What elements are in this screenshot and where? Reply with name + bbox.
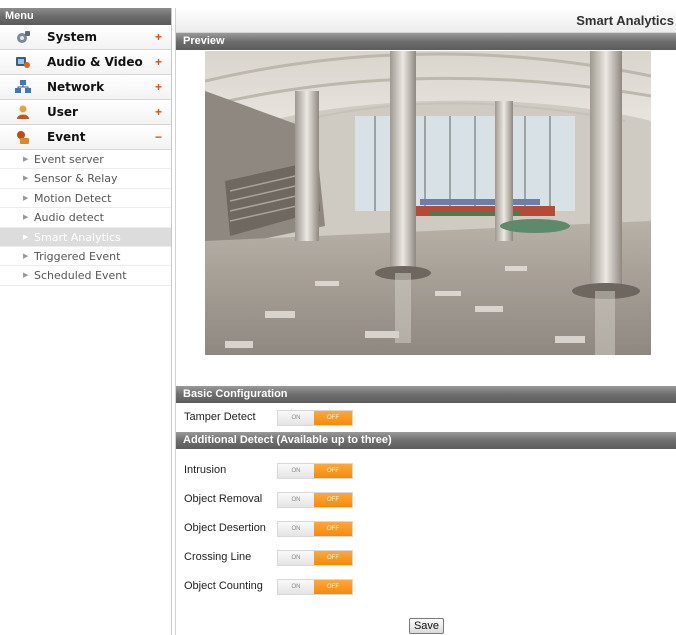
toggle-on-button[interactable]: ON (278, 493, 315, 507)
menu-item-audio-video[interactable]: Audio & Video + (0, 50, 171, 75)
setting-row-object-desertion: Object Desertion ON OFF (176, 514, 676, 543)
menu-item-label: Event (47, 130, 86, 144)
sub-item-label: Triggered Event (34, 249, 121, 263)
setting-label: Tamper Detect (184, 411, 256, 423)
menu-item-user[interactable]: User + (0, 100, 171, 125)
arrow-right-icon: ▶ (23, 232, 29, 241)
menu-header: Menu (0, 8, 171, 25)
setting-label: Object Desertion (184, 522, 266, 534)
preview-area (176, 50, 676, 386)
toggle-off-button[interactable]: OFF (314, 551, 352, 565)
setting-label: Object Counting (184, 580, 263, 592)
toggle-on-button[interactable]: ON (278, 411, 315, 425)
arrow-right-icon: ▶ (23, 251, 29, 260)
toggle-off-button[interactable]: OFF (314, 580, 352, 594)
setting-row-object-counting: Object Counting ON OFF (176, 572, 676, 601)
menu-item-network[interactable]: Network + (0, 75, 171, 100)
arrow-right-icon: ▶ (23, 213, 29, 222)
sub-item-event-server[interactable]: ▶ Event server (0, 150, 171, 170)
expand-icon: + (154, 30, 162, 44)
sub-item-label: Audio detect (34, 211, 104, 225)
additional-detect-section-header: Additional Detect (Available up to three… (176, 432, 676, 449)
audio-video-icon (15, 55, 31, 69)
menu-item-label: Network (47, 80, 105, 94)
page-title: Smart Analytics (176, 8, 676, 33)
user-icon (15, 105, 31, 119)
expand-icon: + (154, 105, 162, 119)
toggle-off-button[interactable]: OFF (314, 522, 352, 536)
system-icon (15, 30, 31, 44)
sub-item-triggered-event[interactable]: ▶ Triggered Event (0, 247, 171, 267)
object-removal-toggle[interactable]: ON OFF (277, 492, 353, 508)
arrow-right-icon: ▶ (23, 193, 29, 202)
expand-icon: + (154, 80, 162, 94)
sidebar-menu: Menu System + Audio & Video + Network + … (0, 8, 172, 635)
toggle-off-button[interactable]: OFF (314, 411, 352, 425)
setting-label: Intrusion (184, 464, 227, 476)
basic-config-section-header: Basic Configuration (176, 386, 676, 403)
save-button[interactable]: Save (409, 618, 444, 634)
event-icon (15, 130, 31, 144)
network-icon (15, 80, 31, 94)
sub-item-sensor-relay[interactable]: ▶ Sensor & Relay (0, 169, 171, 189)
toggle-on-button[interactable]: ON (278, 551, 315, 565)
sub-item-scheduled-event[interactable]: ▶ Scheduled Event (0, 266, 171, 286)
expand-icon: + (154, 55, 162, 69)
menu-item-label: System (47, 30, 97, 44)
menu-item-label: User (47, 105, 78, 119)
sub-item-smart-analytics[interactable]: ▶ Smart Analytics (0, 227, 171, 247)
setting-row-crossing-line: Crossing Line ON OFF (176, 543, 676, 572)
intrusion-toggle[interactable]: ON OFF (277, 463, 353, 479)
menu-item-system[interactable]: System + (0, 25, 171, 50)
toggle-on-button[interactable]: ON (278, 522, 315, 536)
setting-row-object-removal: Object Removal ON OFF (176, 485, 676, 514)
sub-item-label: Motion Detect (34, 191, 112, 205)
sub-item-motion-detect[interactable]: ▶ Motion Detect (0, 189, 171, 209)
sub-item-audio-detect[interactable]: ▶ Audio detect (0, 208, 171, 228)
camera-preview-image (205, 51, 651, 355)
sub-item-label: Event server (34, 153, 104, 166)
preview-section-header: Preview (176, 33, 676, 50)
menu-item-label: Audio & Video (47, 55, 143, 69)
tamper-detect-toggle[interactable]: ON OFF (277, 410, 353, 426)
sub-item-label: Scheduled Event (34, 269, 127, 283)
setting-row-tamper-detect: Tamper Detect ON OFF (176, 403, 676, 432)
setting-label: Crossing Line (184, 551, 252, 563)
toggle-on-button[interactable]: ON (278, 464, 315, 478)
object-counting-toggle[interactable]: ON OFF (277, 579, 353, 595)
setting-label: Object Removal (184, 493, 263, 505)
sub-item-label: Sensor & Relay (34, 172, 118, 186)
arrow-right-icon: ▶ (23, 271, 29, 280)
arrow-right-icon: ▶ (23, 155, 29, 163)
toggle-off-button[interactable]: OFF (314, 464, 352, 478)
toggle-off-button[interactable]: OFF (314, 493, 352, 507)
sub-item-label: Smart Analytics (34, 230, 121, 244)
collapse-icon: − (154, 130, 162, 144)
object-desertion-toggle[interactable]: ON OFF (277, 521, 353, 537)
crossing-line-toggle[interactable]: ON OFF (277, 550, 353, 566)
main-panel: Smart Analytics Preview Basic Configurat… (175, 8, 676, 635)
setting-row-intrusion: Intrusion ON OFF (176, 456, 676, 485)
arrow-right-icon: ▶ (23, 174, 29, 183)
toggle-on-button[interactable]: ON (278, 580, 315, 594)
menu-item-event[interactable]: Event − (0, 125, 171, 150)
